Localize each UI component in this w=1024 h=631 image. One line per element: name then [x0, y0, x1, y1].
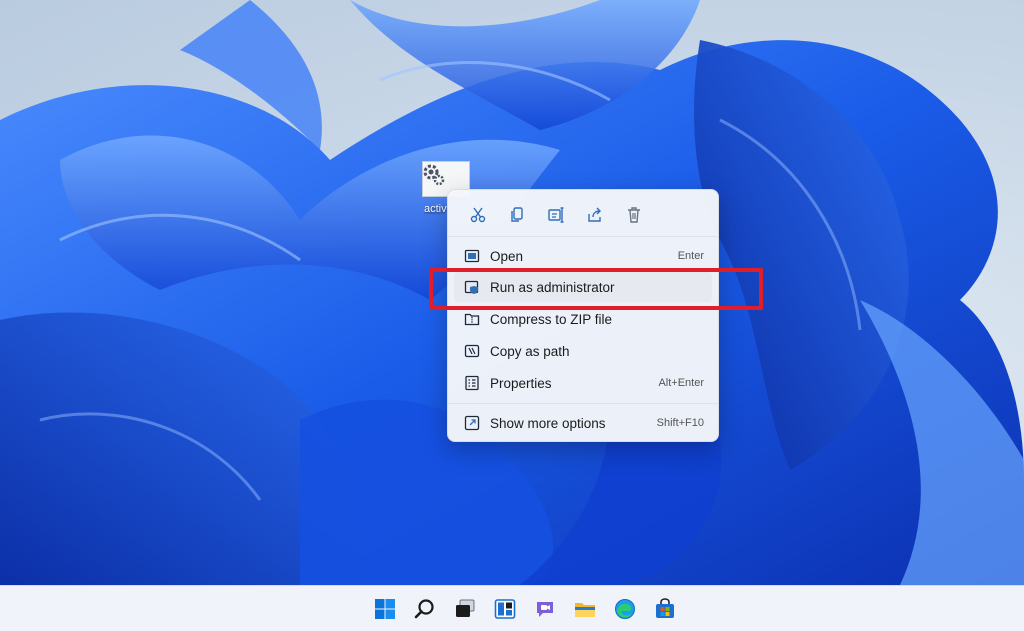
annotation-highlight-box	[429, 268, 763, 310]
properties-icon	[462, 373, 482, 393]
quick-actions-bar	[448, 190, 718, 236]
menu-item-show-more-options[interactable]: Show more options Shift+F10	[454, 408, 712, 438]
share-icon[interactable]	[575, 200, 614, 230]
menu-item-label: Compress to ZIP file	[490, 311, 613, 327]
menu-item-label: Show more options	[490, 415, 606, 431]
windows-start-icon[interactable]	[369, 593, 401, 625]
menu-item-label: Properties	[490, 375, 552, 391]
task-view-icon[interactable]	[449, 593, 481, 625]
search-icon[interactable]	[409, 593, 441, 625]
copy-path-icon	[462, 341, 482, 361]
store-icon[interactable]	[649, 593, 681, 625]
taskbar	[0, 585, 1024, 631]
rename-icon[interactable]	[536, 200, 575, 230]
menu-divider	[448, 403, 718, 404]
widgets-icon[interactable]	[489, 593, 521, 625]
context-menu: Open Enter Run as administrator Compress…	[447, 189, 719, 442]
menu-item-open[interactable]: Open Enter	[454, 241, 712, 271]
chat-icon[interactable]	[529, 593, 561, 625]
open-icon	[462, 246, 482, 266]
menu-divider	[448, 236, 718, 237]
menu-item-shortcut: Alt+Enter	[658, 377, 704, 389]
zip-icon	[462, 309, 482, 329]
menu-item-label: Copy as path	[490, 343, 570, 359]
menu-item-shortcut: Enter	[677, 250, 704, 262]
more-options-icon	[462, 413, 482, 433]
menu-item-shortcut: Shift+F10	[656, 417, 704, 429]
cut-icon[interactable]	[458, 200, 497, 230]
menu-item-copy-as-path[interactable]: Copy as path	[454, 336, 712, 366]
edge-icon[interactable]	[609, 593, 641, 625]
menu-item-properties[interactable]: Properties Alt+Enter	[454, 368, 712, 398]
delete-icon[interactable]	[614, 200, 653, 230]
menu-item-label: Open	[490, 248, 524, 264]
file-explorer-icon[interactable]	[569, 593, 601, 625]
copy-icon[interactable]	[497, 200, 536, 230]
